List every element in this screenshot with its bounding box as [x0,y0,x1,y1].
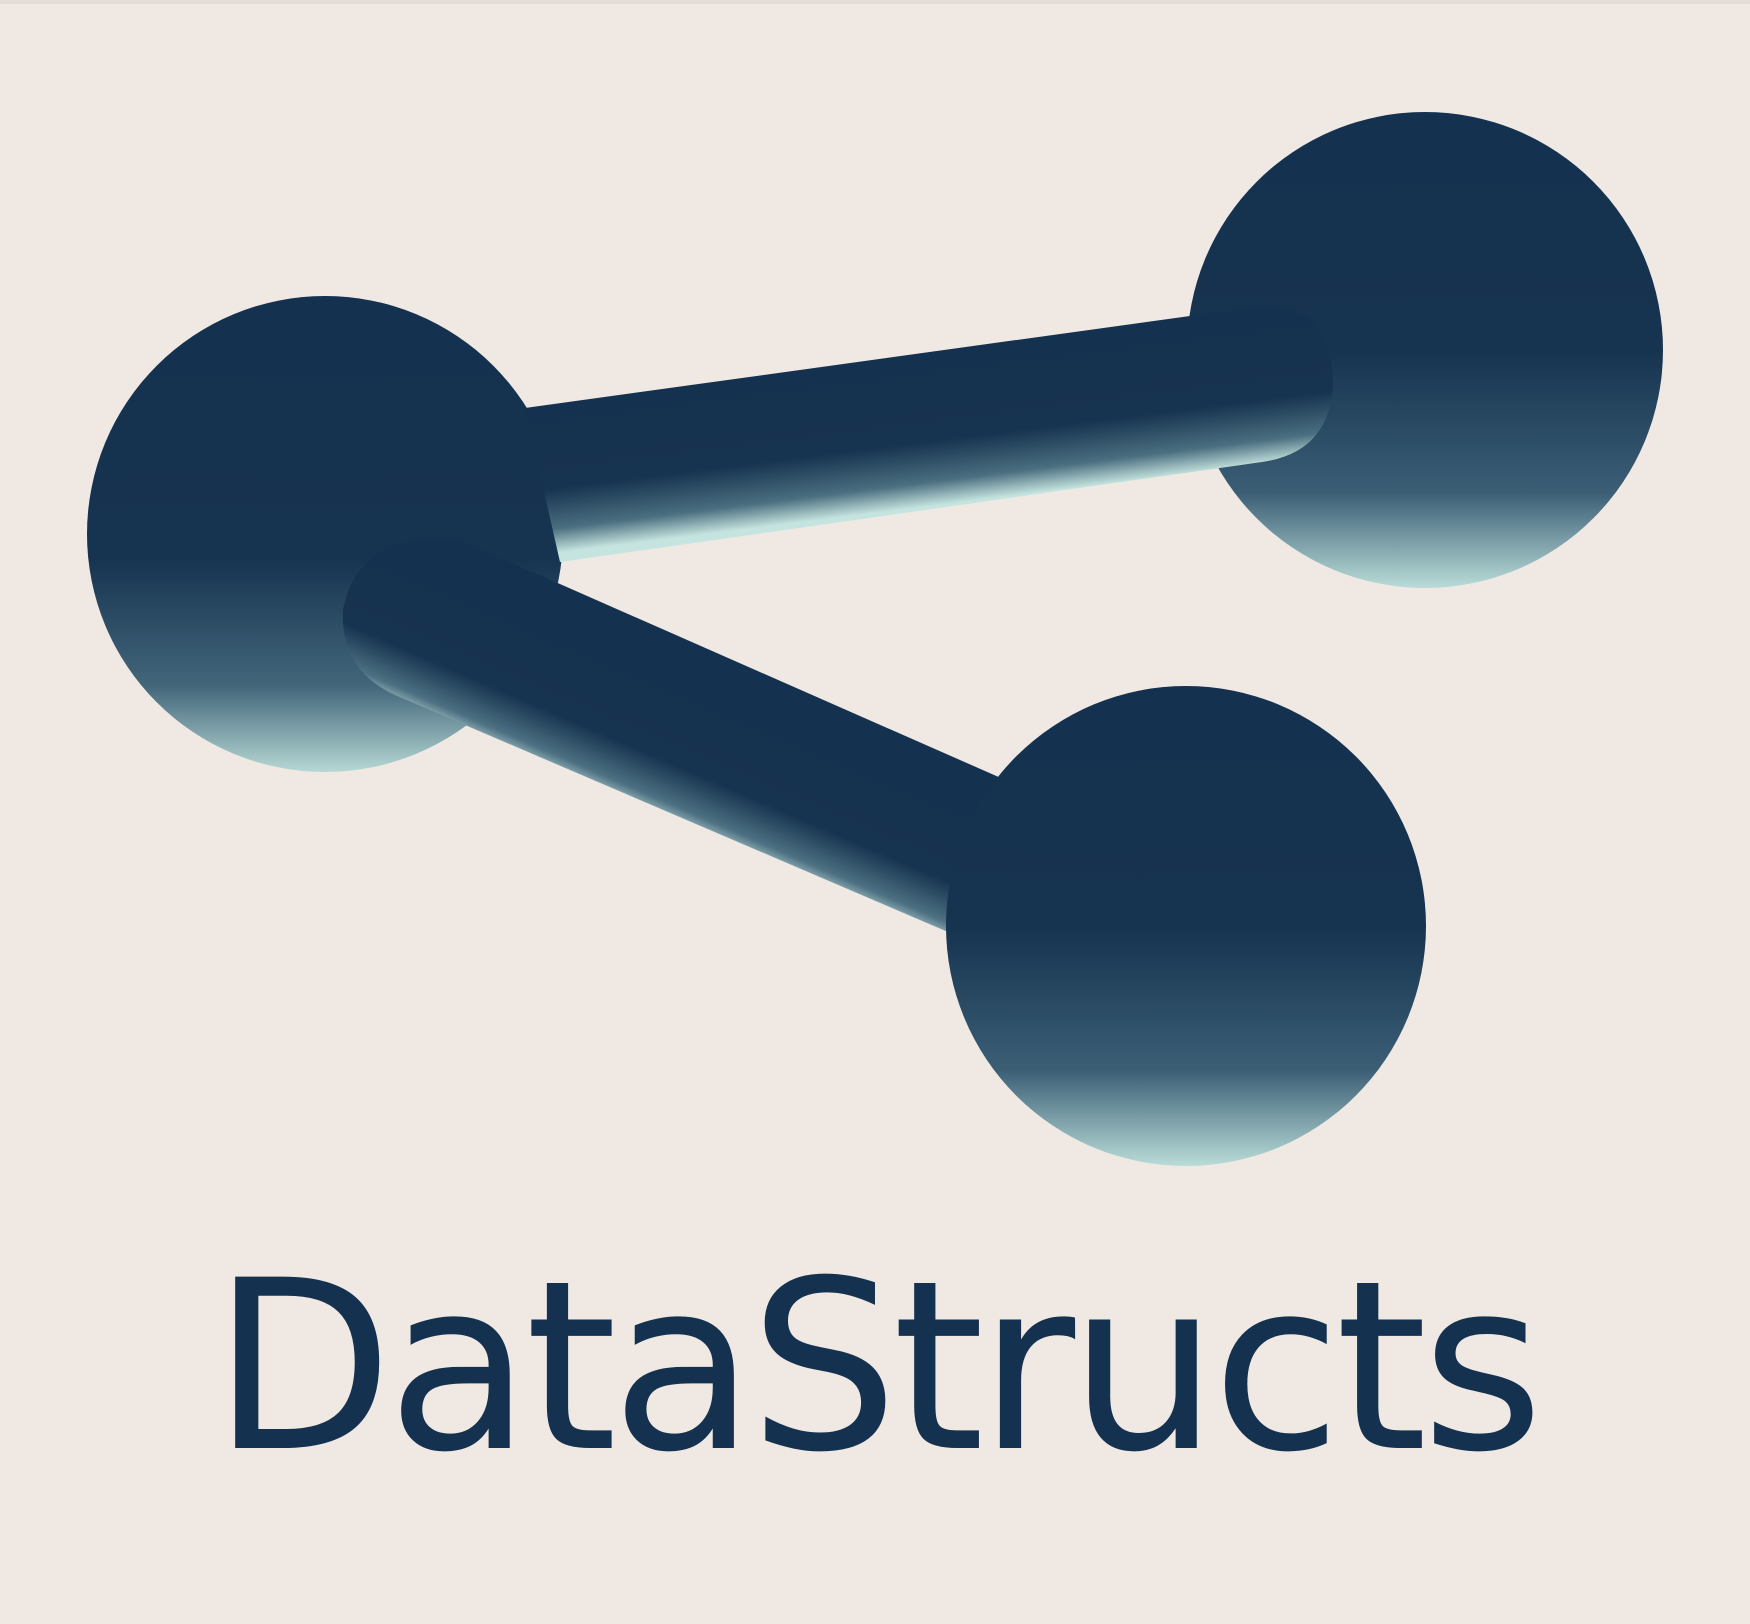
node-bottom [946,686,1426,1166]
brand-wordmark: DataStructs [212,1231,1544,1504]
edge-upper [525,306,1333,562]
logo-canvas: DataStructs [0,0,1750,1624]
